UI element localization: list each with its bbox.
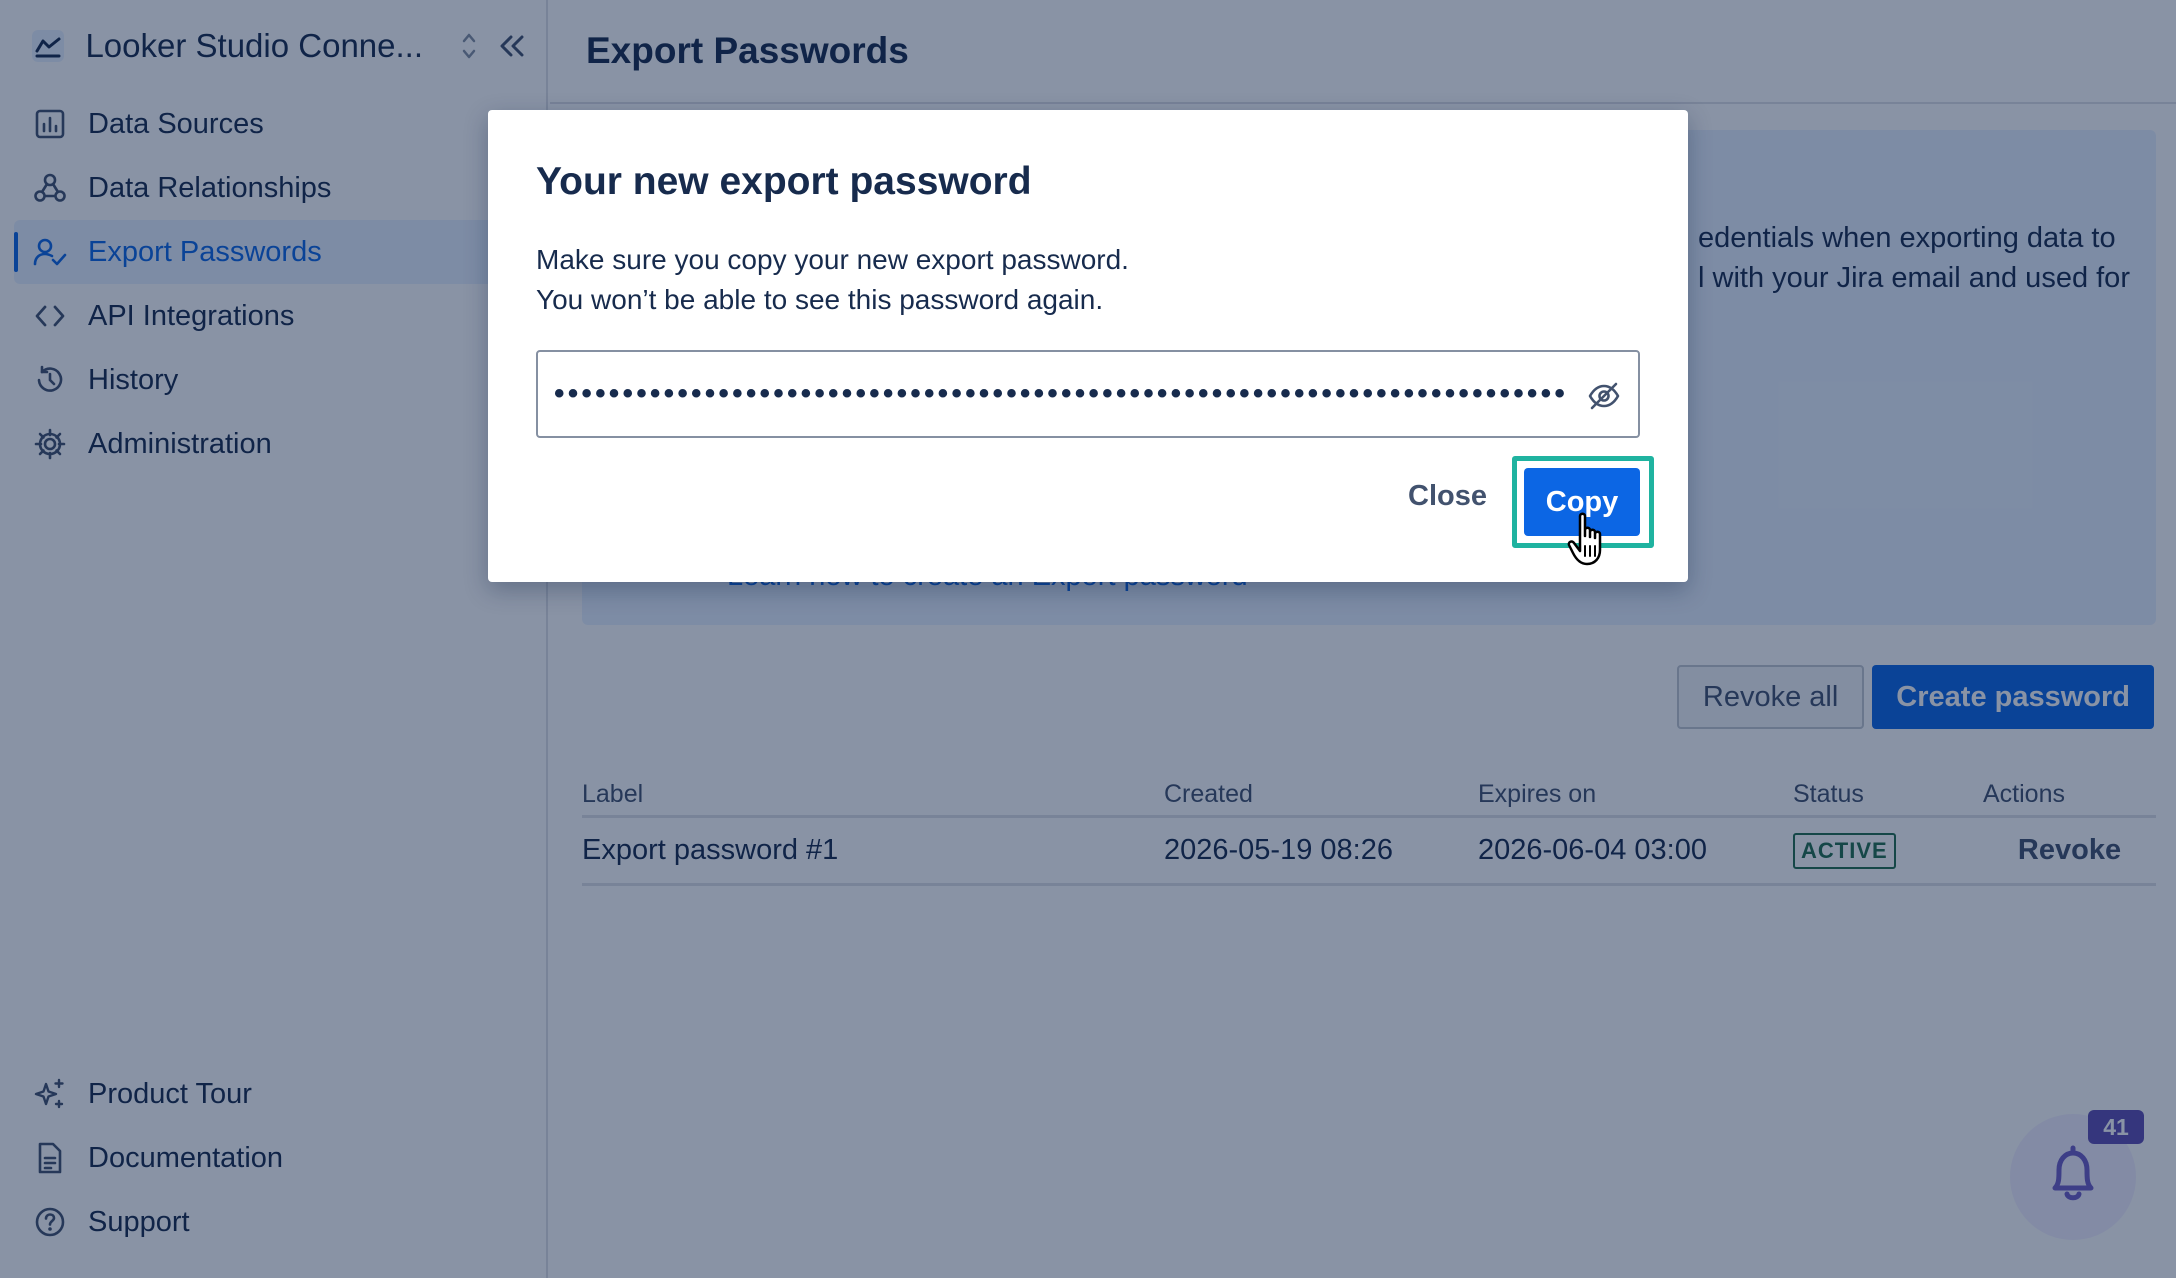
export-password-dialog: Your new export password Make sure you c… — [488, 110, 1688, 582]
dialog-title: Your new export password — [536, 160, 1032, 203]
hand-cursor-icon — [1566, 510, 1614, 570]
close-button[interactable]: Close — [1408, 480, 1487, 513]
eye-off-icon[interactable] — [1586, 378, 1622, 414]
password-value[interactable]: ••••••••••••••••••••••••••••••••••••••••… — [554, 377, 1564, 411]
password-field[interactable]: ••••••••••••••••••••••••••••••••••••••••… — [536, 350, 1640, 438]
dialog-description-line: You won’t be able to see this password a… — [536, 284, 1104, 315]
dialog-description-line: Make sure you copy your new export passw… — [536, 244, 1129, 275]
dialog-description: Make sure you copy your new export passw… — [536, 240, 1129, 320]
